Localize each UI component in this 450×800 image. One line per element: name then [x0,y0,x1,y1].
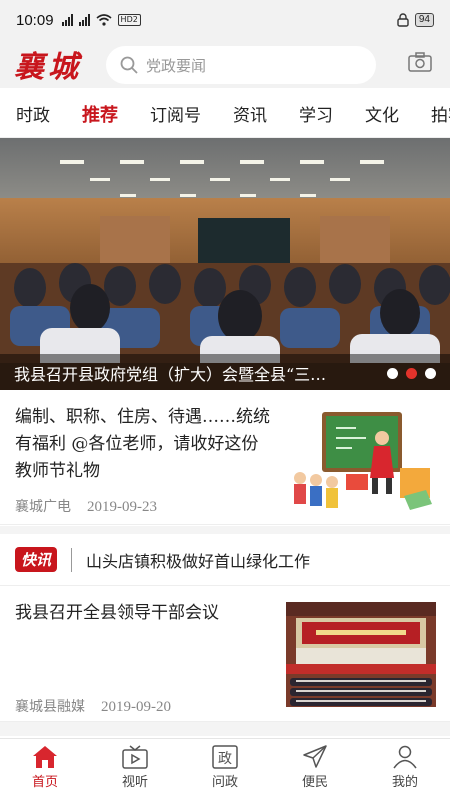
news-date: 2019-09-23 [87,499,157,515]
nav-politics[interactable]: 政 问政 [180,739,270,800]
lock-icon [397,13,409,27]
nav-convenience-label: 便民 [301,775,328,790]
banner-image [0,138,450,390]
wifi-icon [96,14,112,26]
tab-news[interactable]: 资讯 [233,101,267,126]
carousel-indicator [387,368,436,379]
search-bar[interactable]: 党政要闻 [106,46,376,84]
send-icon [303,745,327,768]
news-source: 襄城广电 [15,499,71,515]
nav-home-label: 首页 [31,775,58,790]
news-meta: 襄城广电 2019-09-23 [15,496,157,516]
user-icon [393,745,417,769]
search-placeholder: 党政要闻 [146,56,207,75]
section-divider [0,526,450,534]
app-logo: 襄城 [14,50,82,85]
bottom-nav: 首页 视听 政 问政 便民 我的 [0,738,450,800]
meeting-photo [286,602,436,707]
politics-icon: 政 [212,745,238,769]
nav-convenience[interactable]: 便民 [270,739,360,800]
banner-carousel[interactable]: 我县召开县政府党组（扩大）会暨全县“三… [0,138,450,390]
news-item[interactable]: 编制、职称、住房、待遇……统统有福利 @各位老师，请收好这份教师节礼物 襄城广电… [0,390,450,525]
nav-profile[interactable]: 我的 [360,739,450,800]
tab-subscriptions[interactable]: 订阅号 [150,101,201,126]
home-icon [33,746,57,768]
teacher-illustration [286,408,436,513]
news-date: 2019-09-20 [101,699,171,715]
divider [71,547,73,572]
section-divider [0,722,450,736]
news-meta: 襄城县融媒 2019-09-20 [15,696,171,716]
camera-icon[interactable] [408,52,432,72]
flash-news[interactable]: 快讯 山头店镇积极做好首山绿化工作 [0,534,450,586]
banner-caption-text: 我县召开县政府党组（扩大）会暨全县“三… [14,365,327,384]
tab-recommend[interactable]: 推荐 [82,101,118,127]
tab-shizheng[interactable]: 时政 [16,101,50,126]
carousel-dot[interactable] [387,368,398,379]
nav-audiovisual[interactable]: 视听 [90,739,180,800]
tab-study[interactable]: 学习 [299,101,333,126]
nav-politics-label: 问政 [211,775,238,790]
flash-badge: 快讯 [15,547,58,572]
status-time: 10:09 [16,11,54,29]
news-item[interactable]: 我县召开全县领导干部会议 襄城县融媒 2019-09-20 [0,590,450,722]
carousel-dot[interactable] [425,368,436,379]
search-icon [120,56,138,74]
nav-audiovisual-label: 视听 [121,775,148,790]
news-title: 编制、职称、住房、待遇……统统有福利 @各位老师，请收好这份教师节礼物 [15,407,270,481]
news-title: 我县召开全县领导干部会议 [15,603,219,623]
tv-icon [122,745,148,769]
category-tabs: 时政 推荐 订阅号 资讯 学习 文化 拍客 [0,90,450,138]
tab-culture[interactable]: 文化 [365,101,399,126]
signal-icon [61,14,73,26]
battery-indicator: 94 [414,13,434,27]
tab-paike[interactable]: 拍客 [431,101,450,126]
news-source: 襄城县融媒 [15,699,85,715]
signal-icon [78,14,90,26]
flash-text: 山头店镇积极做好首山绿化工作 [86,551,311,571]
nav-home[interactable]: 首页 [0,739,90,800]
carousel-dot-active[interactable] [406,368,417,379]
nav-profile-label: 我的 [391,775,418,790]
news-thumbnail [286,408,436,513]
app-header: 襄城 党政要闻 [0,40,450,88]
banner-caption: 我县召开县政府党组（扩大）会暨全县“三… [0,354,450,390]
svg-text:政: 政 [218,751,232,767]
network-badge: HD2 [117,14,141,26]
news-thumbnail [286,602,436,707]
status-bar: 10:09 HD2 94 [0,0,450,40]
